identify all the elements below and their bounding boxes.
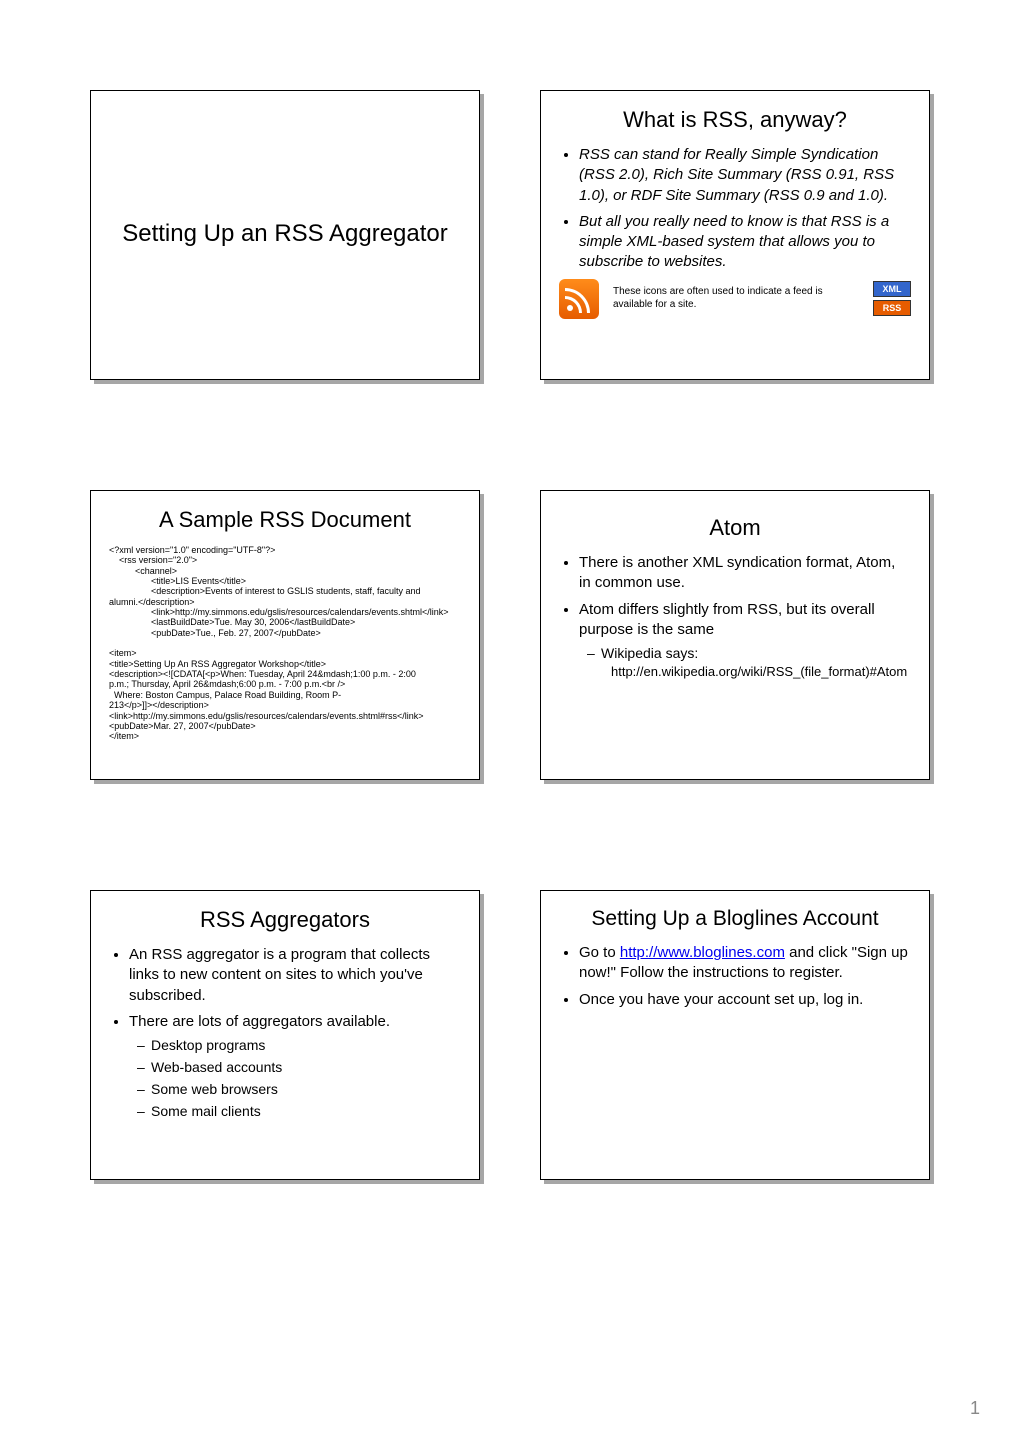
bullet-list: There is another XML syndication format,… xyxy=(559,553,911,680)
bullet-item: Atom differs slightly from RSS, but its … xyxy=(579,600,911,681)
slide-title: Atom xyxy=(559,515,911,541)
page-number: 1 xyxy=(970,1398,980,1419)
slide-title: What is RSS, anyway? xyxy=(559,107,911,133)
slide-title: Setting Up a Bloglines Account xyxy=(559,907,911,931)
rss-feed-icon xyxy=(559,279,599,319)
badge-stack: XML RSS xyxy=(873,281,911,316)
bullet-item: There is another XML syndication format,… xyxy=(579,553,911,594)
bullet-list: Go to http://www.bloglines.com and click… xyxy=(559,943,911,1010)
slide-rss-aggregators: RSS Aggregators An RSS aggregator is a p… xyxy=(90,890,480,1180)
slide-bloglines-account: Setting Up a Bloglines Account Go to htt… xyxy=(540,890,930,1180)
icon-caption: These icons are often used to indicate a… xyxy=(613,286,859,311)
sub-bullet: Web-based accounts xyxy=(151,1058,461,1077)
slide-grid: Setting Up an RSS Aggregator What is RSS… xyxy=(90,90,930,1180)
bullet-item: RSS can stand for Really Simple Syndicat… xyxy=(579,145,911,206)
document-page: Setting Up an RSS Aggregator What is RSS… xyxy=(0,0,1020,1443)
slide-title: RSS Aggregators xyxy=(109,907,461,933)
icon-row: These icons are often used to indicate a… xyxy=(559,279,911,319)
slide-what-is-rss: What is RSS, anyway? RSS can stand for R… xyxy=(540,90,930,380)
sub-bullet: Wikipedia says: http://en.wikipedia.org/… xyxy=(601,644,911,680)
slide-atom: Atom There is another XML syndication fo… xyxy=(540,490,930,780)
sub-bullet: Desktop programs xyxy=(151,1036,461,1055)
xml-badge-icon: XML xyxy=(873,281,911,297)
bullet-item: But all you really need to know is that … xyxy=(579,212,911,273)
bullet-item: Once you have your account set up, log i… xyxy=(579,990,911,1010)
slide-title: A Sample RSS Document xyxy=(109,507,461,533)
slide-title-card: Setting Up an RSS Aggregator xyxy=(90,90,480,380)
slide-title: Setting Up an RSS Aggregator xyxy=(122,220,448,248)
bullet-item: Go to http://www.bloglines.com and click… xyxy=(579,943,911,984)
bullet-list: An RSS aggregator is a program that coll… xyxy=(109,945,461,1121)
slide-sample-rss-doc: A Sample RSS Document <?xml version="1.0… xyxy=(90,490,480,780)
sub-bullet: Some mail clients xyxy=(151,1102,461,1121)
rss-badge-icon: RSS xyxy=(873,300,911,316)
sub-bullet: Some web browsers xyxy=(151,1080,461,1099)
bullet-list: RSS can stand for Really Simple Syndicat… xyxy=(559,145,911,273)
bullet-item: An RSS aggregator is a program that coll… xyxy=(129,945,461,1006)
bloglines-link[interactable]: http://www.bloglines.com xyxy=(620,944,785,961)
wikipedia-link-text: http://en.wikipedia.org/wiki/RSS_(file_f… xyxy=(611,663,911,681)
bullet-item: There are lots of aggregators available.… xyxy=(129,1012,461,1121)
code-block: <?xml version="1.0" encoding="UTF-8"?><r… xyxy=(109,545,461,742)
